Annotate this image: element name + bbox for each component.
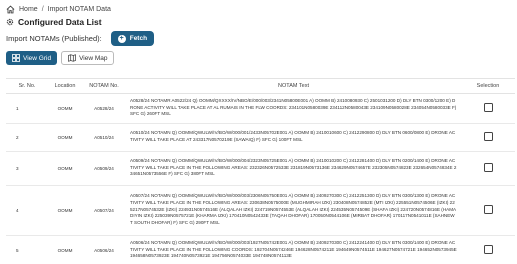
cell-notam-no: A0506/24	[82, 235, 126, 264]
selection-checkbox[interactable]	[483, 245, 493, 254]
table-row: 5 OOMM A0506/24 A0506/24 NOTAMN Q) OOMM/…	[6, 235, 515, 264]
selection-checkbox[interactable]	[483, 132, 493, 141]
cell-sr-no: 2	[6, 123, 48, 152]
cell-sr-no: 3	[6, 151, 48, 186]
selection-checkbox[interactable]	[483, 163, 493, 172]
cell-selection	[461, 123, 515, 152]
cell-notam-text: A0506/24 NOTAMN Q) OOMM/QWULW/IV/BO/W/00…	[126, 235, 461, 264]
cell-notam-text: A0528/24 NOTAMR A0522/24 Q) OOMM/QXXXX/I…	[126, 93, 461, 124]
cell-location: OOMM	[48, 185, 82, 236]
view-grid-button[interactable]: View Grid	[6, 51, 58, 65]
view-toggle: View Grid View Map	[6, 51, 115, 65]
header-location: Location	[48, 79, 82, 94]
table-row: 3 OOMM A0509/24 A0509/24 NOTAMN Q) OOMM/…	[6, 151, 515, 186]
cell-selection	[461, 93, 515, 124]
title-row: Configured Data List	[6, 17, 102, 27]
cell-sr-no: 5	[6, 235, 48, 264]
cell-selection	[461, 151, 515, 186]
table-row: 4 OOMM A0507/24 A0507/24 NOTAMN Q) OOMM/…	[6, 185, 515, 236]
cell-notam-text: A0510/24 NOTAMN Q) OOMM/QWULW/IV/BO/W/00…	[126, 123, 461, 152]
header-selection: Selection	[461, 79, 515, 94]
home-icon[interactable]	[6, 4, 15, 14]
cell-notam-no: A0510/24	[82, 123, 126, 152]
view-grid-label: View Grid	[23, 54, 52, 62]
table-row: 1 OOMM A0528/24 A0528/24 NOTAMR A0522/24…	[6, 93, 515, 124]
plus-icon: +	[117, 34, 126, 43]
cell-selection	[461, 185, 515, 236]
breadcrumb: Home / Import NOTAM Data	[6, 3, 111, 15]
gear-icon	[6, 18, 14, 26]
notam-table-container[interactable]: Sr. No. Location NOTAM No. NOTAM Text Se…	[6, 78, 515, 264]
header-sr-no: Sr. No.	[6, 79, 48, 94]
cell-location: OOMM	[48, 123, 82, 152]
cell-notam-text: A0509/24 NOTAMN Q) OOMM/QWULW/IV/BO/W/00…	[126, 151, 461, 186]
breadcrumb-separator: /	[41, 5, 44, 13]
view-map-button[interactable]: View Map	[61, 51, 115, 65]
breadcrumb-home[interactable]: Home	[19, 6, 38, 13]
import-label: Import NOTAMs (Published):	[6, 34, 102, 43]
cell-notam-no: A0509/24	[82, 151, 126, 186]
table-header-row: Sr. No. Location NOTAM No. NOTAM Text Se…	[6, 79, 515, 94]
cell-selection	[461, 235, 515, 264]
cell-notam-no: A0528/24	[82, 93, 126, 124]
selection-checkbox[interactable]	[483, 103, 493, 112]
fetch-button-label: Fetch	[129, 35, 148, 42]
header-notam-no: NOTAM No.	[82, 79, 126, 94]
notam-table: Sr. No. Location NOTAM No. NOTAM Text Se…	[6, 79, 515, 264]
cell-location: OOMM	[48, 151, 82, 186]
breadcrumb-current: Import NOTAM Data	[47, 5, 111, 13]
page-title: Configured Data List	[18, 17, 102, 27]
import-row: Import NOTAMs (Published): + Fetch	[6, 31, 155, 46]
view-map-label: View Map	[79, 54, 108, 62]
cell-notam-text: A0507/24 NOTAMN Q) OOMM/QWULW/IV/BO/W/00…	[126, 185, 461, 236]
header-notam-text: NOTAM Text	[126, 79, 461, 94]
table-row: 2 OOMM A0510/24 A0510/24 NOTAMN Q) OOMM/…	[6, 123, 515, 152]
cell-location: OOMM	[48, 93, 82, 124]
selection-checkbox[interactable]	[483, 205, 493, 214]
map-icon	[68, 54, 76, 62]
cell-notam-no: A0507/24	[82, 185, 126, 236]
fetch-button[interactable]: + Fetch	[110, 31, 155, 46]
grid-icon	[12, 54, 20, 62]
cell-sr-no: 1	[6, 93, 48, 124]
cell-sr-no: 4	[6, 185, 48, 236]
cell-location: OOMM	[48, 235, 82, 264]
